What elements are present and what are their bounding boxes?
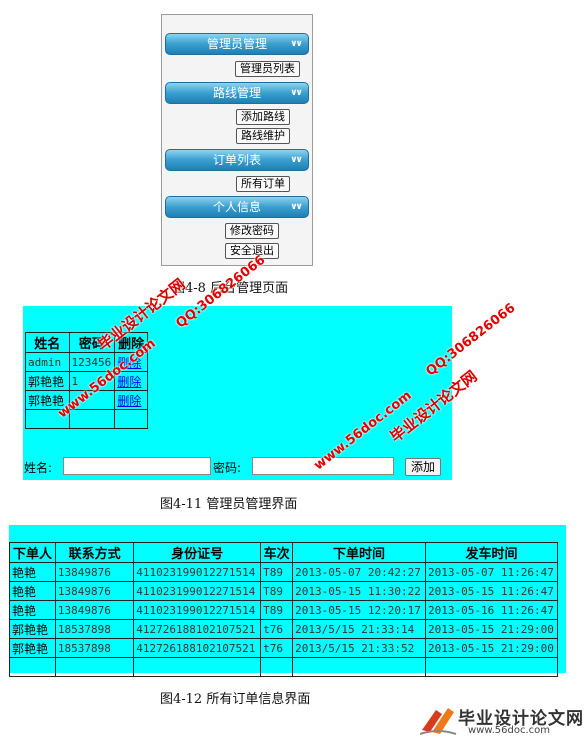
change-password-button[interactable]: 修改密码 bbox=[225, 223, 279, 239]
cell-train: T89 bbox=[260, 600, 294, 620]
cell-train bbox=[260, 657, 294, 677]
section-title: 订单列表 bbox=[212, 153, 261, 167]
col-header-id-number: 身份证号 bbox=[133, 542, 262, 563]
password-label: 密码: bbox=[213, 461, 242, 475]
chevron-down-icon: ∨∨ bbox=[290, 39, 303, 49]
cell-delete bbox=[114, 409, 148, 429]
cell-id-number: 412726188102107521 bbox=[133, 619, 262, 639]
cell-depart-time: 2013-05-15 11:26:47 bbox=[425, 581, 558, 601]
table-row: 艳艳 13849876 411023199012271514 T89 2013-… bbox=[9, 562, 558, 582]
cell-train: T89 bbox=[260, 562, 294, 582]
cell-depart-time bbox=[425, 657, 558, 677]
col-header-name: 姓名 bbox=[25, 332, 70, 353]
section-header-orders[interactable]: 订单列表 ∨∨ bbox=[165, 149, 309, 171]
chevron-down-icon: ∨∨ bbox=[290, 155, 303, 165]
cell-buyer: 郭艳艳 bbox=[9, 638, 56, 658]
cell-order-time: 2013-05-07 20:42:27 bbox=[292, 562, 426, 582]
cell-depart-time: 2013-05-16 11:26:47 bbox=[425, 600, 558, 620]
table-row bbox=[9, 657, 558, 677]
col-header-order-time: 下单时间 bbox=[292, 542, 426, 563]
cell-train: t76 bbox=[260, 638, 294, 658]
admin-sidebar: 管理员管理 ∨∨ 管理员列表 路线管理 ∨∨ 添加路线 路线维护 订单列表 ∨∨… bbox=[161, 14, 313, 266]
admin-table: 姓名 密码 删除 admin 123456 删除 郭艳艳 1 删除 郭艳艳 删除 bbox=[25, 332, 148, 429]
cell-order-time: 2013-05-15 11:30:22 bbox=[292, 581, 426, 601]
col-header-train: 车次 bbox=[260, 542, 294, 563]
cell-depart-time: 2013-05-15 21:29:00 bbox=[425, 638, 558, 658]
orders-panel: 下单人 联系方式 身份证号 车次 下单时间 发车时间 艳艳 13849876 4… bbox=[9, 525, 566, 677]
cell-name: admin bbox=[25, 352, 70, 372]
cell-train: T89 bbox=[260, 581, 294, 601]
logo-url: www.56doc.com bbox=[468, 725, 551, 736]
table-row: 艳艳 13849876 411023199012271514 T89 2013-… bbox=[9, 581, 558, 601]
section-header-profile[interactable]: 个人信息 ∨∨ bbox=[165, 196, 309, 218]
cell-contact: 18537898 bbox=[54, 638, 135, 658]
figure-caption-4-12: 图4-12 所有订单信息界面 bbox=[160, 692, 311, 707]
cell-order-time: 2013-05-15 12:20:17 bbox=[292, 600, 426, 620]
col-header-contact: 联系方式 bbox=[54, 542, 135, 563]
admin-list-button[interactable]: 管理员列表 bbox=[235, 61, 300, 77]
cell-id-number: 411023199012271514 bbox=[133, 600, 262, 620]
cell-contact bbox=[54, 657, 135, 677]
table-row: 艳艳 13849876 411023199012271514 T89 2013-… bbox=[9, 600, 558, 620]
all-orders-button[interactable]: 所有订单 bbox=[236, 176, 290, 192]
section-header-admin[interactable]: 管理员管理 ∨∨ bbox=[165, 33, 309, 55]
cell-id-number: 411023199012271514 bbox=[133, 562, 262, 582]
col-header-buyer: 下单人 bbox=[9, 542, 56, 563]
cell-contact: 13849876 bbox=[54, 600, 135, 620]
name-label: 姓名: bbox=[24, 461, 53, 475]
chevron-down-icon: ∨∨ bbox=[290, 88, 303, 98]
cell-id-number: 412726188102107521 bbox=[133, 638, 262, 658]
name-input[interactable] bbox=[63, 457, 211, 475]
add-route-button[interactable]: 添加路线 bbox=[236, 109, 290, 125]
figure-caption-4-11: 图4-11 管理员管理界面 bbox=[160, 497, 298, 512]
section-header-route[interactable]: 路线管理 ∨∨ bbox=[165, 82, 309, 104]
cell-id-number bbox=[133, 657, 262, 677]
cell-depart-time: 2013-05-07 11:26:47 bbox=[425, 562, 558, 582]
cell-buyer: 艳艳 bbox=[9, 581, 56, 601]
cell-contact: 13849876 bbox=[54, 581, 135, 601]
cell-contact: 18537898 bbox=[54, 619, 135, 639]
cell-buyer bbox=[9, 657, 56, 677]
cell-train: t76 bbox=[260, 619, 294, 639]
orders-table: 下单人 联系方式 身份证号 车次 下单时间 发车时间 艳艳 13849876 4… bbox=[9, 542, 558, 677]
cell-depart-time: 2013-05-15 21:29:00 bbox=[425, 619, 558, 639]
cell-order-time bbox=[292, 657, 426, 677]
chevron-down-icon: ∨∨ bbox=[290, 202, 303, 212]
col-header-depart-time: 发车时间 bbox=[425, 542, 558, 563]
cell-contact: 13849876 bbox=[54, 562, 135, 582]
cell-buyer: 艳艳 bbox=[9, 562, 56, 582]
cell-order-time: 2013/5/15 21:33:14 bbox=[292, 619, 426, 639]
section-title: 个人信息 bbox=[212, 200, 261, 214]
table-row: 郭艳艳 18537898 412726188102107521 t76 2013… bbox=[9, 638, 558, 658]
add-admin-button[interactable]: 添加 bbox=[405, 458, 442, 476]
cell-order-time: 2013/5/15 21:33:52 bbox=[292, 638, 426, 658]
table-header-row: 下单人 联系方式 身份证号 车次 下单时间 发车时间 bbox=[9, 542, 558, 563]
delete-link[interactable]: 删除 bbox=[114, 390, 148, 410]
cell-id-number: 411023199012271514 bbox=[133, 581, 262, 601]
section-title: 路线管理 bbox=[212, 86, 261, 100]
cell-name: 郭艳艳 bbox=[25, 371, 70, 391]
cell-buyer: 艳艳 bbox=[9, 600, 56, 620]
site-logo: 毕业设计论文网 www.56doc.com bbox=[418, 702, 583, 738]
cell-buyer: 郭艳艳 bbox=[9, 619, 56, 639]
table-row: 郭艳艳 18537898 412726188102107521 t76 2013… bbox=[9, 619, 558, 639]
table-row bbox=[25, 409, 148, 429]
route-maintenance-button[interactable]: 路线维护 bbox=[236, 128, 290, 144]
section-title: 管理员管理 bbox=[206, 37, 267, 51]
logo-mark-icon bbox=[419, 708, 457, 735]
